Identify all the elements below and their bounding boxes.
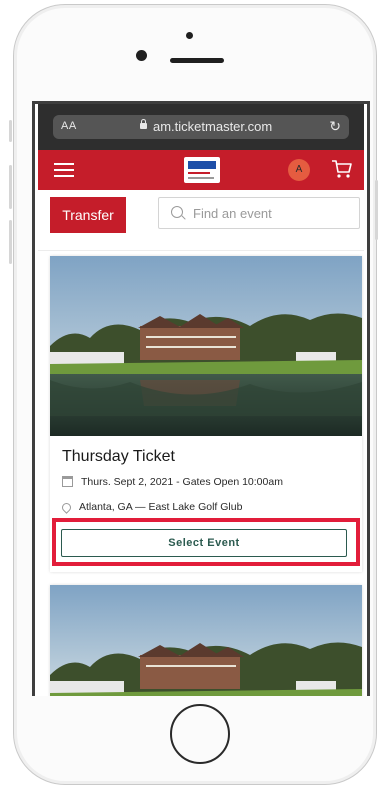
sensor-dot (186, 32, 193, 39)
url-text: am.ticketmaster.com (153, 119, 273, 134)
account-avatar[interactable]: A (288, 159, 310, 181)
volume-down-button (9, 220, 12, 264)
transfer-button[interactable]: Transfer (50, 197, 126, 233)
site-header: A (38, 150, 364, 190)
text-size-button[interactable]: AA (61, 120, 77, 132)
hamburger-icon[interactable] (54, 163, 74, 177)
event-card: Thursday Ticket Thurs. Sept 2, 2021 - Ga… (50, 256, 362, 572)
lock-icon (140, 119, 147, 129)
event-location-row: Atlanta, GA — East Lake Golf Glub (60, 501, 243, 514)
power-button (375, 180, 378, 240)
event-date-row: Thurs. Sept 2, 2021 - Gates Open 10:00am (62, 476, 283, 488)
event-photo (50, 585, 362, 696)
search-input[interactable]: Find an event (158, 197, 360, 229)
calendar-icon (62, 476, 73, 487)
browser-address-bar: AA am.ticketmaster.com ↻ (38, 104, 364, 150)
event-photo (50, 256, 362, 436)
silent-switch (9, 120, 12, 142)
event-title: Thursday Ticket (62, 448, 175, 465)
location-pin-icon (60, 501, 73, 514)
event-location: Atlanta, GA — East Lake Golf Glub (79, 501, 243, 513)
search-icon (171, 206, 183, 218)
event-card (50, 585, 362, 696)
event-date: Thurs. Sept 2, 2021 - Gates Open 10:00am (81, 476, 283, 488)
phone-screen: AA am.ticketmaster.com ↻ A Transfer Find… (32, 101, 370, 696)
event-toolbar: Transfer Find an event (38, 190, 364, 251)
home-button[interactable] (170, 704, 230, 764)
cart-icon[interactable] (330, 158, 354, 180)
tour-championship-logo[interactable] (184, 157, 220, 183)
front-camera (136, 50, 147, 61)
earpiece-speaker (170, 58, 224, 63)
reload-icon[interactable]: ↻ (329, 118, 341, 135)
url-field[interactable]: AA am.ticketmaster.com ↻ (53, 115, 349, 139)
search-placeholder: Find an event (193, 206, 272, 221)
select-event-button[interactable]: Select Event (61, 529, 347, 557)
volume-up-button (9, 165, 12, 209)
